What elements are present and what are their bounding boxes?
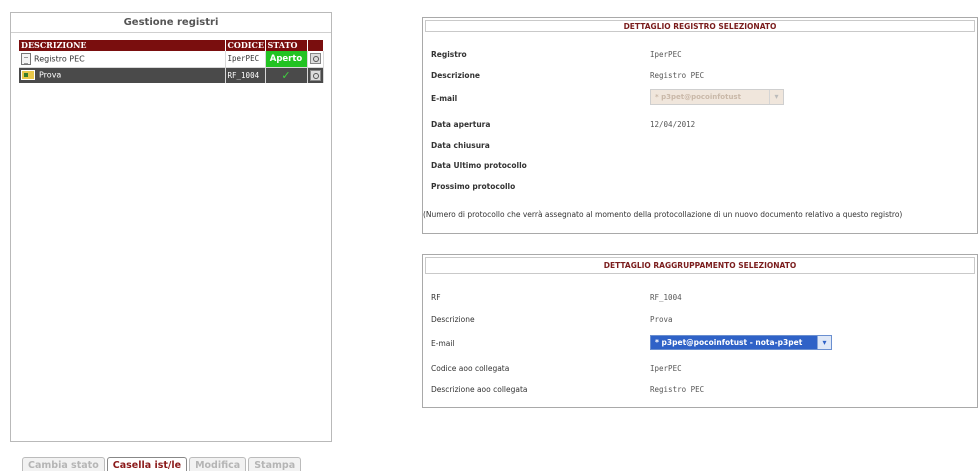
chevron-down-icon[interactable]: ▾: [817, 336, 831, 349]
row-descrizione-text: Prova: [39, 70, 62, 80]
label-data-chiusura: Data chiusura: [431, 141, 490, 150]
label-descrizione: Descrizione: [431, 71, 481, 80]
label-rf: RF: [431, 293, 441, 302]
label-descrizione-aoo: Descrizione aoo collegata: [431, 385, 528, 394]
label-email: E-mail: [431, 339, 455, 348]
column-header-codice[interactable]: CODICE: [225, 40, 266, 51]
check-icon: ✓: [265, 67, 308, 83]
registro-detail-title: DETTAGLIO REGISTRO SELEZIONATO: [425, 20, 975, 32]
raggruppamento-detail-title: DETTAGLIO RAGGRUPPAMENTO SELEZIONATO: [425, 257, 975, 274]
protocol-note: (Numero di protocollo che verrà assegnat…: [423, 210, 903, 219]
label-codice-aoo: Codice aoo collegata: [431, 364, 510, 373]
group-icon: [21, 70, 35, 81]
column-header-actions: [307, 40, 324, 51]
value-codice-aoo: IperPEC: [650, 364, 682, 373]
table-row[interactable]: Prova RF_1004 ✓: [19, 67, 324, 83]
value-descrizione-aoo: Registro PEC: [650, 385, 705, 394]
registry-panel: Gestione registri DESCRIZIONE CODICE STA…: [10, 12, 332, 442]
row-action[interactable]: [307, 67, 324, 83]
tab-modifica[interactable]: Modifica: [189, 457, 247, 471]
tab-casella-istle[interactable]: Casella ist/le: [106, 457, 188, 471]
registro-detail-panel: DETTAGLIO REGISTRO SELEZIONATO Registro …: [422, 17, 978, 234]
action-tabs: Cambia stato Casella ist/le Modifica Sta…: [22, 457, 302, 471]
tab-cambia-stato[interactable]: Cambia stato: [22, 457, 105, 471]
email-select-value: * p3pet@pocoinfotust - nota-p3pet: [655, 338, 803, 347]
tab-stampa[interactable]: Stampa: [248, 457, 302, 471]
row-action[interactable]: [307, 51, 324, 68]
label-registro: Registro: [431, 50, 467, 59]
value-registro: IperPEC: [650, 50, 682, 59]
row-descrizione: Registro PEC: [19, 51, 226, 68]
registry-panel-title: Gestione registri: [11, 13, 331, 33]
email-select-value: * p3pet@pocoinfotust: [655, 93, 741, 101]
label-descrizione: Descrizione: [431, 315, 475, 324]
column-header-descrizione[interactable]: DESCRIZIONE: [19, 40, 226, 51]
row-descrizione-text: Registro PEC: [34, 54, 85, 64]
settings-icon[interactable]: [309, 69, 321, 81]
value-data-apertura: 12/04/2012: [650, 120, 696, 129]
table-row[interactable]: Registro PEC IperPEC Aperto: [19, 51, 324, 68]
status-badge: Aperto: [265, 51, 308, 68]
row-codice: IperPEC: [225, 51, 266, 68]
email-select[interactable]: * p3pet@pocoinfotust ▾: [650, 89, 784, 105]
label-prossimo-protocollo: Prossimo protocollo: [431, 182, 516, 191]
row-codice: RF_1004: [225, 67, 266, 83]
document-icon: [21, 52, 31, 65]
label-email: E-mail: [431, 94, 458, 103]
email-select[interactable]: * p3pet@pocoinfotust - nota-p3pet ▾: [650, 335, 832, 350]
chevron-down-icon[interactable]: ▾: [769, 90, 783, 104]
label-data-ultimo-protocollo: Data Ultimo protocollo: [431, 161, 527, 170]
label-data-apertura: Data apertura: [431, 120, 491, 129]
row-descrizione: Prova: [19, 67, 226, 83]
raggruppamento-detail-panel: DETTAGLIO RAGGRUPPAMENTO SELEZIONATO RF …: [422, 254, 978, 408]
column-header-stato[interactable]: STATO: [265, 40, 308, 51]
value-descrizione: Prova: [650, 315, 673, 324]
magnifier-icon[interactable]: [309, 53, 321, 65]
value-rf: RF_1004: [650, 293, 682, 302]
value-descrizione: Registro PEC: [650, 71, 705, 80]
registry-table: DESCRIZIONE CODICE STATO Registro PEC Ip…: [19, 40, 324, 83]
